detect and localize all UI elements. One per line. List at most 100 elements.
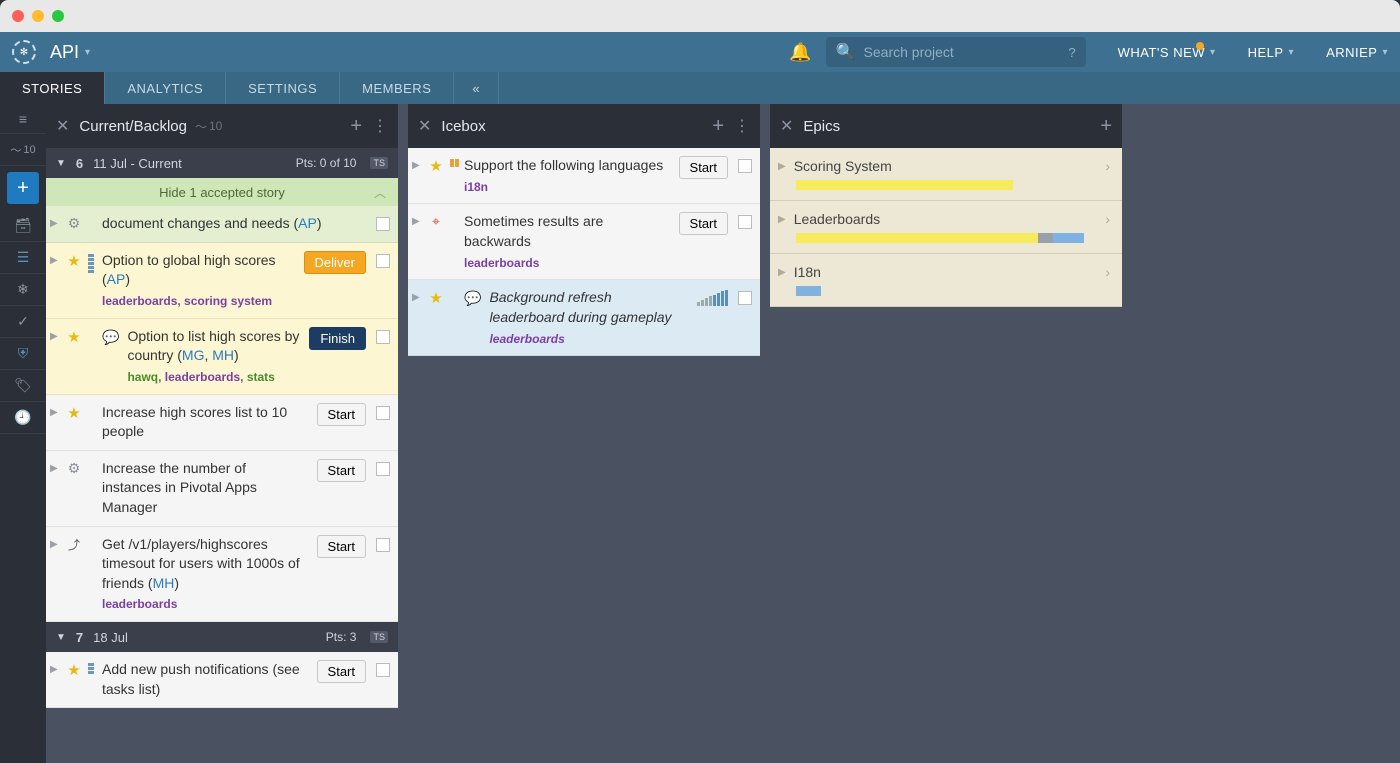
start-button[interactable]: Start	[679, 212, 728, 235]
story-title: Increase high scores list to 10 people	[102, 404, 287, 440]
accepted-stories-band[interactable]: Hide 1 accepted story ︿	[46, 178, 398, 206]
nav-tab-settings[interactable]: SETTINGS	[226, 72, 340, 104]
rail-velocity[interactable]: 〜 10	[0, 134, 46, 166]
rail-history-icon[interactable]: 🕘	[0, 402, 46, 434]
chore-icon: ⚙	[64, 460, 84, 477]
finish-button[interactable]: Finish	[309, 327, 366, 350]
rail-list-icon[interactable]: ☰	[0, 242, 46, 274]
notifications-bell-icon[interactable]: 🔔	[789, 42, 811, 63]
story-labels: leaderboards	[102, 596, 309, 613]
rail-hamburger-icon[interactable]: ≡	[0, 104, 46, 134]
expand-story-icon[interactable]: ▶	[50, 664, 60, 675]
story-row[interactable]: ▶ ★ Add new push notifications (see task…	[46, 652, 398, 708]
select-story-checkbox[interactable]	[738, 159, 752, 173]
expand-epic-icon[interactable]: ▶	[778, 214, 786, 225]
feature-icon: ★	[426, 157, 446, 175]
expand-story-icon[interactable]: ▶	[50, 407, 60, 418]
start-button[interactable]: Start	[679, 156, 728, 179]
select-story-checkbox[interactable]	[376, 663, 390, 677]
panel-menu-icon[interactable]: ⋮	[734, 116, 750, 136]
panel-title-label: Current/Backlog	[79, 118, 187, 135]
story-row[interactable]: ▶ ★ Increase high scores list to 10 peop…	[46, 395, 398, 451]
deliver-button[interactable]: Deliver	[304, 251, 366, 274]
expand-story-icon[interactable]: ▶	[50, 218, 60, 229]
rail-labels-icon[interactable]: 🏷	[0, 370, 46, 402]
iteration-header[interactable]: ▼ 6 11 Jul - Current Pts: 0 of 10 TS	[46, 148, 398, 178]
select-story-checkbox[interactable]	[376, 254, 390, 268]
select-story-checkbox[interactable]	[376, 330, 390, 344]
story-title: Option to list high scores by country (M…	[127, 328, 299, 364]
expand-epic-icon[interactable]: ▶	[778, 267, 786, 278]
close-panel-icon[interactable]: ✕	[780, 116, 793, 136]
rail-epics-icon[interactable]: ⛨	[0, 338, 46, 370]
panel-menu-icon[interactable]: ⋮	[372, 116, 388, 136]
estimate-picker[interactable]	[697, 290, 728, 306]
select-story-checkbox[interactable]	[738, 215, 752, 229]
add-story-button[interactable]: +	[7, 172, 39, 204]
minimize-window-button[interactable]	[32, 10, 44, 22]
select-story-checkbox[interactable]	[738, 291, 752, 305]
feature-icon: ★	[64, 252, 84, 270]
story-row[interactable]: ▶ ⚙ document changes and needs (AP)	[46, 206, 398, 243]
whats-new-link[interactable]: WHAT'S NEW ▾	[1118, 45, 1216, 60]
story-row[interactable]: ▶ ★ Support the following languages i18n…	[408, 148, 760, 204]
nav-tab-analytics[interactable]: ANALYTICS	[105, 72, 226, 104]
whats-new-dot-icon	[1196, 42, 1204, 50]
close-panel-icon[interactable]: ✕	[56, 116, 69, 136]
story-row[interactable]: ▶ ★ Option to global high scores (AP) le…	[46, 243, 398, 319]
help-link[interactable]: HELP ▾	[1248, 45, 1295, 60]
maximize-window-button[interactable]	[52, 10, 64, 22]
search-box[interactable]: 🔍 ?	[826, 37, 1086, 67]
collapse-nav-icon[interactable]: «	[454, 72, 499, 104]
expand-story-icon[interactable]: ▶	[412, 160, 422, 171]
story-row[interactable]: ▶ ★ 💬 Option to list high scores by coun…	[46, 319, 398, 395]
expand-story-icon[interactable]: ▶	[50, 463, 60, 474]
nav-tab-stories[interactable]: STORIES	[0, 72, 105, 104]
project-name-label: API	[50, 42, 79, 63]
epic-row[interactable]: ▶ Scoring System ›	[770, 148, 1122, 201]
story-row[interactable]: ▶ ⌖ Sometimes results are backwards lead…	[408, 204, 760, 280]
select-story-checkbox[interactable]	[376, 217, 390, 231]
story-row[interactable]: ▶ ⚙ Increase the number of instances in …	[46, 451, 398, 527]
expand-story-icon[interactable]: ▶	[50, 255, 60, 266]
rail-my-work-icon[interactable]: 🗃	[0, 210, 46, 242]
expand-story-icon[interactable]: ▶	[50, 331, 60, 342]
expand-epic-icon[interactable]: ▶	[778, 161, 786, 172]
epic-row[interactable]: ▶ I18n ›	[770, 254, 1122, 307]
expand-story-icon[interactable]: ▶	[412, 216, 422, 227]
epic-row[interactable]: ▶ Leaderboards ›	[770, 201, 1122, 254]
expand-story-icon[interactable]: ▶	[50, 539, 60, 550]
epic-progress-bar	[796, 233, 1106, 243]
chevron-right-icon: ›	[1105, 158, 1110, 174]
search-icon: 🔍	[836, 42, 856, 62]
close-window-button[interactable]	[12, 10, 24, 22]
story-row[interactable]: ▶ ⤴ Get /v1/players/highscores timesout …	[46, 527, 398, 623]
iteration-header[interactable]: ▼ 7 18 Jul Pts: 3 TS	[46, 622, 398, 652]
panel-add-icon[interactable]: +	[712, 115, 724, 138]
rail-icebox-icon[interactable]: ❄	[0, 274, 46, 306]
caret-down-icon: ▾	[85, 47, 90, 58]
user-menu[interactable]: ARNIEP ▾	[1326, 45, 1388, 60]
feature-icon: ★	[64, 328, 84, 346]
release-icon: ⤴	[64, 536, 84, 553]
rail-done-icon[interactable]: ✓	[0, 306, 46, 338]
project-dropdown[interactable]: API ▾	[50, 42, 90, 63]
story-title: Get /v1/players/highscores timesout for …	[102, 536, 300, 591]
panel-add-icon[interactable]: +	[350, 115, 362, 138]
select-story-checkbox[interactable]	[376, 462, 390, 476]
chore-icon: ⚙	[64, 215, 84, 232]
start-button[interactable]: Start	[317, 459, 366, 482]
select-story-checkbox[interactable]	[376, 406, 390, 420]
panel-add-icon[interactable]: +	[1100, 115, 1112, 138]
side-rail: ≡ 〜 10 + 🗃 ☰ ❄ ✓ ⛨ 🏷 🕘	[0, 104, 46, 763]
story-row[interactable]: ▶ ★ 💬 Background refresh leaderboard dur…	[408, 280, 760, 356]
expand-story-icon[interactable]: ▶	[412, 292, 422, 303]
search-input[interactable]	[864, 44, 1061, 60]
select-story-checkbox[interactable]	[376, 538, 390, 552]
nav-tab-members[interactable]: MEMBERS	[340, 72, 454, 104]
start-button[interactable]: Start	[317, 660, 366, 683]
close-panel-icon[interactable]: ✕	[418, 116, 431, 136]
story-labels: hawq, leaderboards, stats	[127, 369, 301, 386]
start-button[interactable]: Start	[317, 535, 366, 558]
start-button[interactable]: Start	[317, 403, 366, 426]
